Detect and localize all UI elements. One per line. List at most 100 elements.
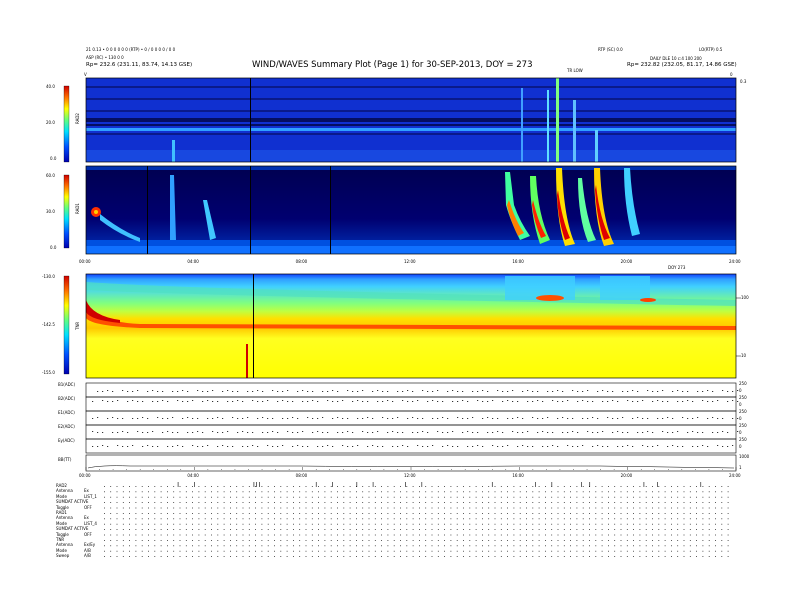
channel-sample	[522, 445, 524, 446]
mode-dot	[551, 523, 553, 525]
mode-dot	[589, 550, 590, 552]
mode-dot	[664, 496, 666, 498]
mode-dot	[311, 491, 313, 493]
mode-dot	[469, 523, 471, 525]
mode-dot	[450, 534, 452, 536]
mode-dot	[299, 491, 301, 493]
mode-dot	[135, 545, 137, 547]
mode-dot	[589, 496, 590, 498]
channel-sample	[492, 445, 494, 446]
channel-strip-2	[85, 410, 737, 426]
mode-dot	[293, 507, 294, 509]
mode-dot	[482, 513, 483, 514]
mode-dot	[538, 540, 540, 541]
mode-dot	[589, 529, 590, 530]
mode-dot	[192, 502, 193, 503]
mode-dot	[482, 540, 483, 541]
mode-dot	[274, 502, 275, 503]
mode-dot	[148, 545, 149, 547]
mode-dot	[122, 534, 124, 536]
mode-dot	[557, 486, 559, 487]
mode-dot	[576, 529, 578, 530]
mode-dot	[324, 486, 326, 487]
mode-dot	[419, 556, 420, 557]
mode-dot	[658, 496, 660, 498]
mode-dot	[236, 523, 238, 525]
channel-sample	[92, 431, 94, 432]
mode-dot	[406, 540, 408, 541]
mode-dot	[715, 496, 716, 498]
channel-sample	[647, 390, 649, 391]
mode-dot	[274, 529, 275, 530]
mode-dot	[576, 486, 578, 487]
mode-label-0: RAD2	[56, 483, 67, 488]
mode-dot	[160, 518, 162, 520]
mode-dot	[620, 486, 622, 487]
mode-dot	[192, 513, 193, 514]
mode-dot	[242, 502, 244, 503]
mode-dot	[261, 502, 263, 503]
channel-sample	[167, 418, 169, 419]
channel-sample	[242, 446, 244, 447]
mode-dot	[267, 518, 269, 520]
mode-dot	[532, 540, 534, 541]
channel-sample	[732, 391, 734, 392]
channel-sample	[577, 432, 579, 433]
mode-dot	[671, 518, 672, 520]
channel-sample	[177, 400, 179, 401]
mode-dot	[683, 502, 685, 503]
channel-sample	[477, 391, 479, 392]
mode-dot	[721, 491, 723, 493]
mode-dot	[374, 491, 376, 493]
mode-dot	[683, 534, 685, 536]
mode-dot	[381, 556, 382, 557]
mode-dot	[689, 513, 691, 514]
mode-dot	[570, 556, 571, 557]
mode-dot	[129, 496, 130, 498]
channel-sample	[372, 391, 374, 392]
channel-sample	[492, 432, 494, 433]
mode-dot	[513, 534, 515, 536]
mode-dot	[519, 550, 521, 552]
mode-dot	[437, 534, 439, 536]
mode-dot	[173, 518, 175, 520]
mode-dot	[330, 540, 332, 541]
mode-dot	[286, 534, 288, 536]
mode-dot	[110, 502, 112, 503]
mode-dot	[179, 550, 181, 552]
mode-dot	[129, 518, 130, 520]
mode-dot	[702, 507, 704, 509]
mode-dot	[425, 496, 427, 498]
mode-dot	[437, 529, 439, 530]
mode-dot	[482, 529, 483, 530]
mode-dot	[412, 540, 414, 541]
mode-dot	[437, 502, 439, 503]
mode-dot	[261, 523, 263, 525]
channel-sample	[582, 418, 584, 419]
mode-dot	[513, 550, 515, 552]
mode-dot	[387, 486, 389, 487]
mode-dot	[318, 502, 319, 503]
channel-sample	[447, 391, 449, 392]
mode-dot	[702, 491, 704, 493]
channel-sample	[397, 391, 399, 392]
mode-dot	[513, 491, 515, 493]
mode-dot	[721, 534, 723, 536]
mode-label-10: TNR	[56, 537, 65, 542]
mode-dot	[343, 491, 345, 493]
mode-dot	[267, 507, 269, 509]
mode-dot	[129, 529, 130, 530]
mode-dot	[274, 486, 275, 487]
mode-dot	[633, 496, 634, 498]
mode-dot	[267, 545, 269, 547]
mode-dot	[645, 518, 647, 520]
channel-sample	[132, 400, 134, 401]
channel-sample	[262, 432, 264, 433]
mode-dot	[255, 513, 256, 514]
mode-dot	[211, 496, 212, 498]
mode-dot	[393, 502, 395, 503]
channel-sample	[702, 400, 704, 401]
mode-dot	[362, 502, 364, 503]
channel-sample	[467, 418, 469, 419]
channel-sample	[662, 390, 664, 391]
